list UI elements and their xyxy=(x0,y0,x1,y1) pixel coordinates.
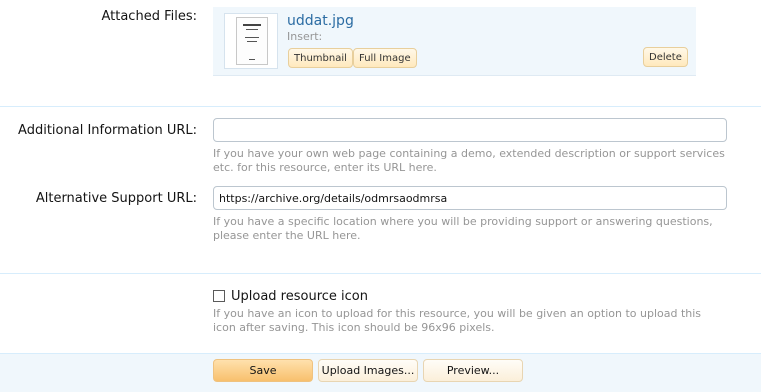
file-name-link[interactable]: uddat.jpg xyxy=(287,13,354,29)
footer-divider xyxy=(0,353,761,354)
additional-info-url-input[interactable] xyxy=(213,118,727,142)
section-divider xyxy=(0,273,761,274)
delete-file-button[interactable]: Delete xyxy=(643,47,688,67)
alt-support-url-hint: If you have a specific location where yo… xyxy=(213,215,713,242)
attached-files-label: Attached Files: xyxy=(101,9,197,24)
section-divider xyxy=(0,106,761,107)
alt-support-url-input[interactable] xyxy=(213,186,727,210)
additional-info-url-label: Additional Information URL: xyxy=(18,123,197,138)
insert-full-image-button[interactable]: Full Image xyxy=(353,48,417,68)
upload-resource-icon-hint: If you have an icon to upload for this r… xyxy=(213,307,702,334)
upload-resource-icon-checkbox[interactable] xyxy=(213,290,225,302)
alt-support-url-label: Alternative Support URL: xyxy=(35,191,197,206)
upload-images-button[interactable]: Upload Images... xyxy=(318,359,418,382)
attached-file-item: uddat.jpg Insert: Thumbnail Full Image D… xyxy=(213,7,696,76)
insert-thumbnail-button[interactable]: Thumbnail xyxy=(288,48,353,68)
additional-info-url-hint: If you have your own web page containing… xyxy=(213,147,725,174)
save-button[interactable]: Save xyxy=(213,359,313,382)
upload-resource-icon-label[interactable]: Upload resource icon xyxy=(231,289,368,304)
file-thumbnail-image[interactable] xyxy=(224,13,278,69)
insert-label: Insert: xyxy=(287,30,323,43)
preview-button[interactable]: Preview... xyxy=(423,359,523,382)
